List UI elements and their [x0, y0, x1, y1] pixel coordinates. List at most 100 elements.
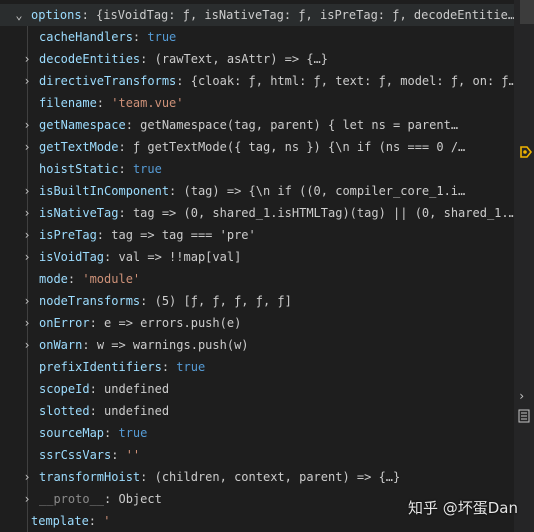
tree-row-slotted[interactable]: slotted: undefined — [0, 400, 514, 422]
tree-row-mode[interactable]: mode: 'module' — [0, 268, 514, 290]
property-key: getNamespace — [39, 118, 126, 132]
property-value: e => errors.push(e) — [104, 316, 242, 330]
property-value: tag => tag === 'pre' — [111, 228, 256, 242]
tree-row-content: hoistStatic: true — [39, 162, 162, 176]
tree-row-content: sourceMap: true — [39, 426, 148, 440]
tree-row-content: slotted: undefined — [39, 404, 170, 418]
property-value: undefined — [104, 382, 170, 396]
property-value: '' — [125, 448, 141, 462]
right-gutter — [514, 0, 534, 532]
property-value: Object — [118, 492, 162, 506]
tree-row-options[interactable]: ⌄ options: {isVoidTag: ƒ, isNativeTag: ƒ… — [0, 4, 514, 26]
property-value: tag => (0, shared_1.isHTMLTag)(tag) || (… — [132, 206, 514, 220]
tree-row-filename[interactable]: filename: 'team.vue' — [0, 92, 514, 114]
property-value: (tag) => {\n if ((0, compiler_core_1.i… — [183, 184, 466, 198]
property-key: filename — [39, 96, 97, 110]
property-value: true — [176, 360, 206, 374]
property-key: decodeEntities — [39, 52, 141, 66]
tree-row-content: getTextMode: ƒ getTextMode({ tag, ns }) … — [39, 140, 466, 154]
tree-row-content: onWarn: w => warnings.push(w) — [39, 338, 249, 352]
chevron-right-icon[interactable]: › — [21, 224, 33, 246]
property-value: true — [118, 426, 148, 440]
property-value: {isVoidTag: ƒ, isNativeTag: ƒ, isPreTag:… — [96, 8, 514, 22]
property-value: undefined — [104, 404, 170, 418]
tree-row-ssrcssvars[interactable]: ssrCssVars: '' — [0, 444, 514, 466]
chevron-right-icon[interactable]: › — [21, 466, 33, 488]
property-value: ' — [103, 514, 111, 528]
property-key: scopeId — [39, 382, 90, 396]
tree-row-content: prefixIdentifiers: true — [39, 360, 206, 374]
tree-row-content: decodeEntities: (rawText, asAttr) => {…} — [39, 52, 328, 66]
property-value: (children, context, parent) => {…} — [154, 470, 401, 484]
tree-row-scopeid[interactable]: scopeId: undefined — [0, 378, 514, 400]
property-key: directiveTransforms — [39, 74, 177, 88]
property-value: 'team.vue' — [111, 96, 184, 110]
property-key: ssrCssVars — [39, 448, 112, 462]
tree-row-content: directiveTransforms: {cloak: ƒ, html: ƒ,… — [39, 74, 514, 88]
chevron-right-icon[interactable]: › — [21, 180, 33, 202]
property-key: prefixIdentifiers — [39, 360, 162, 374]
property-value: {cloak: ƒ, html: ƒ, text: ƒ, model: ƒ, o… — [190, 74, 514, 88]
document-icon[interactable] — [518, 409, 530, 423]
property-value: 'module' — [82, 272, 141, 286]
chevron-right-icon[interactable]: › — [21, 334, 33, 356]
tree-row-sourcemap[interactable]: sourceMap: true — [0, 422, 514, 444]
chevron-right-icon[interactable]: › — [21, 136, 33, 158]
tree-row-isbuiltincomponent[interactable]: › isBuiltInComponent: (tag) => {\n if ((0… — [0, 180, 514, 202]
tree-row-onwarn[interactable]: › onWarn: w => warnings.push(w) — [0, 334, 514, 356]
chevron-right-icon[interactable]: › — [21, 114, 33, 136]
tree-row-content: isNativeTag: tag => (0, shared_1.isHTMLT… — [39, 206, 514, 220]
property-key: sourceMap — [39, 426, 105, 440]
tree-row-content: options: {isVoidTag: ƒ, isNativeTag: ƒ, … — [31, 8, 514, 22]
property-key: isNativeTag — [39, 206, 119, 220]
side-panel-controls: › — [514, 383, 534, 433]
property-value: (rawText, asAttr) => {…} — [154, 52, 328, 66]
chevron-right-icon[interactable]: › — [21, 70, 33, 92]
tree-row-content: transformHoist: (children, context, pare… — [39, 470, 401, 484]
chevron-right-icon[interactable]: › — [21, 246, 33, 268]
tree-row-content: isVoidTag: val => !!map[val] — [39, 250, 242, 264]
property-key: isBuiltInComponent — [39, 184, 170, 198]
property-key: transformHoist — [39, 470, 141, 484]
property-key: __proto__ — [39, 492, 105, 506]
tree-row-content: nodeTransforms: (5) [ƒ, ƒ, ƒ, ƒ, ƒ] — [39, 294, 292, 308]
tree-row-getnamespace[interactable]: › getNamespace: getNamespace(tag, parent)… — [0, 114, 514, 136]
tree-row-decodeentities[interactable]: › decodeEntities: (rawText, asAttr) => {…… — [0, 48, 514, 70]
property-key: options — [31, 8, 82, 22]
tree-row-directivetransforms[interactable]: › directiveTransforms: {cloak: ƒ, html: ƒ… — [0, 70, 514, 92]
tree-row-ispretag[interactable]: › isPreTag: tag => tag === 'pre' — [0, 224, 514, 246]
scrollbar-thumb[interactable] — [520, 0, 534, 24]
tree-row-gettextmode[interactable]: › getTextMode: ƒ getTextMode({ tag, ns })… — [0, 136, 514, 158]
tree-row-isnativetag[interactable]: › isNativeTag: tag => (0, shared_1.isHTML… — [0, 202, 514, 224]
chevron-right-icon[interactable]: › — [21, 48, 33, 70]
tree-row-content: filename: 'team.vue' — [39, 96, 184, 110]
property-value: val => !!map[val] — [118, 250, 242, 264]
tree-row-content: isPreTag: tag => tag === 'pre' — [39, 228, 256, 242]
property-key: mode — [39, 272, 68, 286]
tree-row-onerror[interactable]: › onError: e => errors.push(e) — [0, 312, 514, 334]
chevron-right-icon[interactable]: › — [21, 202, 33, 224]
debug-variables-panel: ⌄ options: {isVoidTag: ƒ, isNativeTag: ƒ… — [0, 0, 534, 532]
property-value: getNamespace(tag, parent) { let ns = par… — [140, 118, 459, 132]
tree-row-content: mode: 'module' — [39, 272, 141, 286]
property-value: ƒ getTextMode({ tag, ns }) {\n if (ns ==… — [132, 140, 466, 154]
chevron-down-icon[interactable]: ⌄ — [13, 4, 25, 26]
tree-row-nodetransforms[interactable]: › nodeTransforms: (5) [ƒ, ƒ, ƒ, ƒ, ƒ] — [0, 290, 514, 312]
property-value: w => warnings.push(w) — [96, 338, 249, 352]
chevron-right-icon[interactable]: › — [21, 312, 33, 334]
tree-row-cachehandlers[interactable]: cacheHandlers: true — [0, 26, 514, 48]
chevron-right-icon[interactable]: › — [518, 389, 525, 403]
breakpoint-arrow-icon[interactable] — [520, 146, 532, 158]
tree-row-content: isBuiltInComponent: (tag) => {\n if ((0,… — [39, 184, 466, 198]
property-key: nodeTransforms — [39, 294, 141, 308]
watermark: 知乎 @坏蛋Dan — [407, 499, 518, 517]
chevron-right-icon[interactable]: › — [21, 290, 33, 312]
property-value: true — [132, 162, 162, 176]
tree-row-isvoidtag[interactable]: › isVoidTag: val => !!map[val] — [0, 246, 514, 268]
tree-row-hoiststatic[interactable]: hoistStatic: true — [0, 158, 514, 180]
tree-row-content: template: ' — [31, 514, 111, 528]
chevron-right-icon[interactable]: › — [21, 488, 33, 510]
tree-row-content: getNamespace: getNamespace(tag, parent) … — [39, 118, 459, 132]
tree-row-transformhoist[interactable]: › transformHoist: (children, context, par… — [0, 466, 514, 488]
tree-row-prefixidentifiers[interactable]: prefixIdentifiers: true — [0, 356, 514, 378]
